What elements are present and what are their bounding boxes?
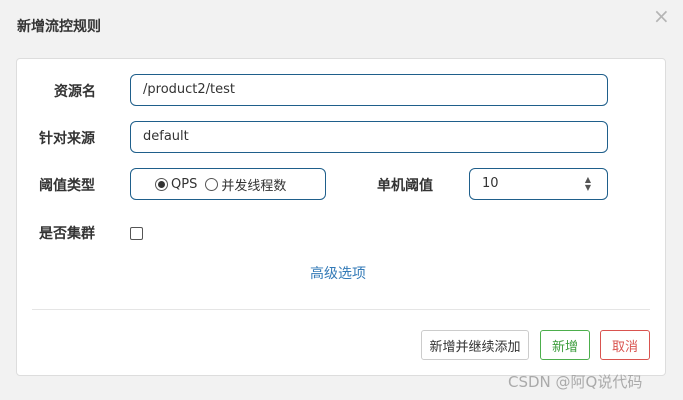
source-label: 针对来源 [39, 131, 95, 147]
radio-qps-icon[interactable] [155, 177, 168, 191]
cancel-button[interactable]: 取消 [600, 330, 650, 360]
advanced-options-link[interactable]: 高级选项 [310, 263, 366, 283]
radio-qps-label: QPS [171, 176, 198, 192]
threshold-type-radio-group: QPS 并发线程数 [130, 168, 326, 200]
source-input[interactable]: default [130, 121, 608, 153]
single-threshold-input[interactable]: 10 ▲ ▼ [469, 168, 608, 200]
dialog-title: 新增流控规则 [17, 19, 101, 35]
radio-threads-icon[interactable] [205, 177, 219, 191]
add-and-continue-button[interactable]: 新增并继续添加 [421, 330, 529, 360]
cluster-checkbox[interactable] [130, 227, 143, 240]
radio-option-threads[interactable]: 并发线程数 [205, 175, 286, 194]
cluster-label: 是否集群 [39, 226, 95, 242]
single-threshold-label: 单机阈值 [377, 178, 433, 194]
resource-input[interactable]: /product2/test [130, 74, 608, 106]
threshold-type-label: 阈值类型 [39, 178, 95, 194]
radio-option-qps[interactable]: QPS [155, 177, 197, 192]
add-button[interactable]: 新增 [540, 330, 590, 360]
watermark: CSDN @阿Q说代码 [508, 373, 643, 391]
close-icon[interactable]: × [653, 4, 670, 28]
divider [32, 309, 650, 310]
radio-threads-label: 并发线程数 [221, 178, 287, 194]
spinner-icon[interactable]: ▲ ▼ [583, 176, 593, 192]
resource-label: 资源名 [54, 84, 96, 100]
single-threshold-value: 10 [482, 176, 499, 191]
